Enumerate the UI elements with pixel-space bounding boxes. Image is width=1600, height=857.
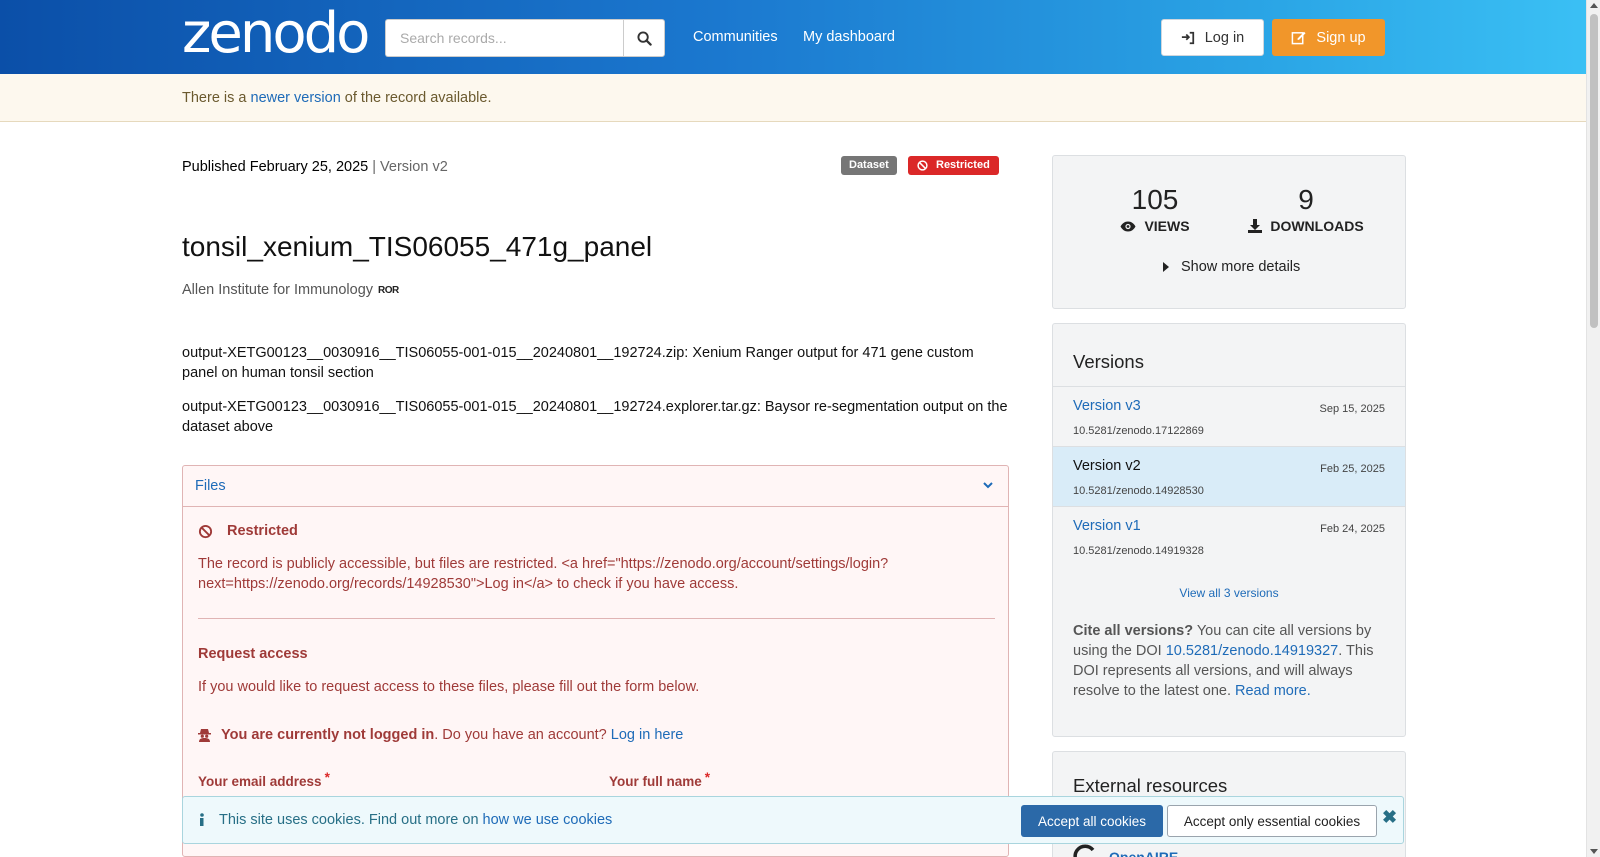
- version-date: Feb 24, 2025: [1320, 523, 1385, 535]
- restricted-message: The record is publicly accessible, but f…: [198, 556, 889, 592]
- caret-right-icon: [1163, 262, 1169, 272]
- creator-name[interactable]: Allen Institute for Immunology: [182, 282, 373, 298]
- download-icon: [1248, 219, 1263, 233]
- email-field-label: Your email address *: [198, 770, 330, 789]
- request-access-message: If you would like to request access to t…: [198, 679, 700, 695]
- signup-label: Sign up: [1316, 29, 1366, 46]
- description-paragraph: output-XETG00123__0030916__TIS06055-001-…: [182, 345, 974, 381]
- accept-essential-cookies-button[interactable]: Accept only essential cookies: [1167, 805, 1377, 837]
- newer-version-notice: There is a newer version of the record a…: [0, 74, 1586, 122]
- ror-icon[interactable]: ROR: [378, 285, 399, 296]
- top-navbar: zenodo Communities My dashboard Log in S…: [0, 0, 1600, 74]
- stats-panel: 105 VIEWS 9 DOWNLOADS Show more details: [1052, 155, 1406, 309]
- version-link: Version v2: [1073, 458, 1141, 474]
- versions-panel: Versions Version v3 Sep 15, 2025 10.5281…: [1052, 323, 1406, 737]
- published-date: Published February 25, 2025: [182, 159, 369, 175]
- files-accordion-header[interactable]: Files: [183, 466, 1008, 507]
- external-resources-heading: External resources: [1073, 775, 1228, 796]
- access-status-badge: Restricted: [908, 156, 999, 175]
- version-doi: 10.5281/zenodo.17122869: [1073, 425, 1204, 437]
- downloads-stat: 9 DOWNLOADS: [1246, 184, 1366, 234]
- accept-all-cookies-button[interactable]: Accept all cookies: [1021, 805, 1163, 837]
- version-date: Sep 15, 2025: [1319, 403, 1385, 415]
- restricted-heading: Restricted: [198, 523, 298, 539]
- search-button[interactable]: [623, 19, 665, 57]
- newer-version-link[interactable]: newer version: [251, 90, 341, 106]
- edit-icon: [1292, 31, 1306, 45]
- creator: Allen Institute for Immunology ROR: [182, 282, 399, 298]
- versions-heading: Versions: [1073, 351, 1144, 372]
- version-doi: 10.5281/zenodo.14928530: [1073, 485, 1204, 497]
- downloads-count: 9: [1298, 184, 1314, 215]
- zenodo-logo[interactable]: zenodo: [182, 4, 370, 64]
- search-input[interactable]: [385, 19, 624, 57]
- version-item-current[interactable]: Version v2 Feb 25, 2025 10.5281/zenodo.1…: [1053, 446, 1405, 506]
- scroll-up-icon[interactable]: [1590, 3, 1598, 8]
- chevron-down-icon: [983, 482, 993, 489]
- description-paragraph: output-XETG00123__0030916__TIS06055-001-…: [182, 399, 1008, 435]
- eye-icon: [1120, 221, 1136, 231]
- view-all-versions-link[interactable]: View all 3 versions: [1053, 586, 1405, 600]
- version-date: Feb 25, 2025: [1320, 463, 1385, 475]
- cite-all-versions: Cite all versions? You can cite all vers…: [1073, 623, 1374, 699]
- login-button[interactable]: Log in: [1161, 19, 1264, 56]
- search-icon: [637, 30, 652, 46]
- resource-type-badge: Dataset: [841, 156, 897, 175]
- views-count: 105: [1131, 184, 1179, 215]
- request-access-heading: Request access: [198, 646, 308, 662]
- version-label: | Version v2: [372, 159, 448, 175]
- scroll-down-icon[interactable]: [1590, 849, 1598, 854]
- version-doi: 10.5281/zenodo.14919328: [1073, 545, 1204, 557]
- ban-icon: [198, 524, 213, 538]
- divider: [198, 618, 995, 619]
- concept-doi-link[interactable]: 10.5281/zenodo.14919327: [1166, 643, 1339, 659]
- login-here-link[interactable]: Log in here: [611, 727, 684, 743]
- search-bar: [385, 19, 665, 57]
- login-label: Log in: [1204, 29, 1245, 46]
- nav-my-dashboard[interactable]: My dashboard: [803, 29, 895, 45]
- close-icon[interactable]: ✖: [1382, 807, 1397, 828]
- version-link[interactable]: Version v1: [1073, 518, 1141, 534]
- cookie-policy-link[interactable]: how we use cookies: [483, 812, 613, 828]
- read-more-link[interactable]: Read more.: [1235, 683, 1311, 699]
- views-stat: 105 VIEWS: [1115, 184, 1195, 234]
- cookie-banner: This site uses cookies. Find out more on…: [182, 796, 1404, 844]
- show-more-details-toggle[interactable]: Show more details: [1163, 259, 1300, 275]
- openaire-link[interactable]: OpenAIRE: [1073, 844, 1178, 857]
- info-icon: [200, 813, 204, 826]
- sign-in-icon: [1181, 31, 1194, 44]
- full-name-field-label: Your full name *: [609, 770, 711, 789]
- openaire-logo-icon: [1073, 844, 1095, 857]
- version-link[interactable]: Version v3: [1073, 398, 1141, 414]
- version-item[interactable]: Version v1 Feb 24, 2025 10.5281/zenodo.1…: [1053, 506, 1405, 566]
- record-title: tonsil_xenium_TIS06055_471g_panel: [182, 231, 653, 262]
- publication-info: Published February 25, 2025 | Version v2: [182, 159, 448, 175]
- nav-communities[interactable]: Communities: [693, 29, 778, 45]
- page-scrollbar[interactable]: [1586, 0, 1600, 857]
- ban-icon: [917, 160, 928, 171]
- signup-button[interactable]: Sign up: [1272, 19, 1385, 56]
- user-secret-icon: [198, 729, 211, 742]
- version-item[interactable]: Version v3 Sep 15, 2025 10.5281/zenodo.1…: [1053, 386, 1405, 446]
- not-logged-in-message: You are currently not logged in. Do you …: [198, 727, 683, 743]
- scrollbar-thumb[interactable]: [1590, 14, 1598, 328]
